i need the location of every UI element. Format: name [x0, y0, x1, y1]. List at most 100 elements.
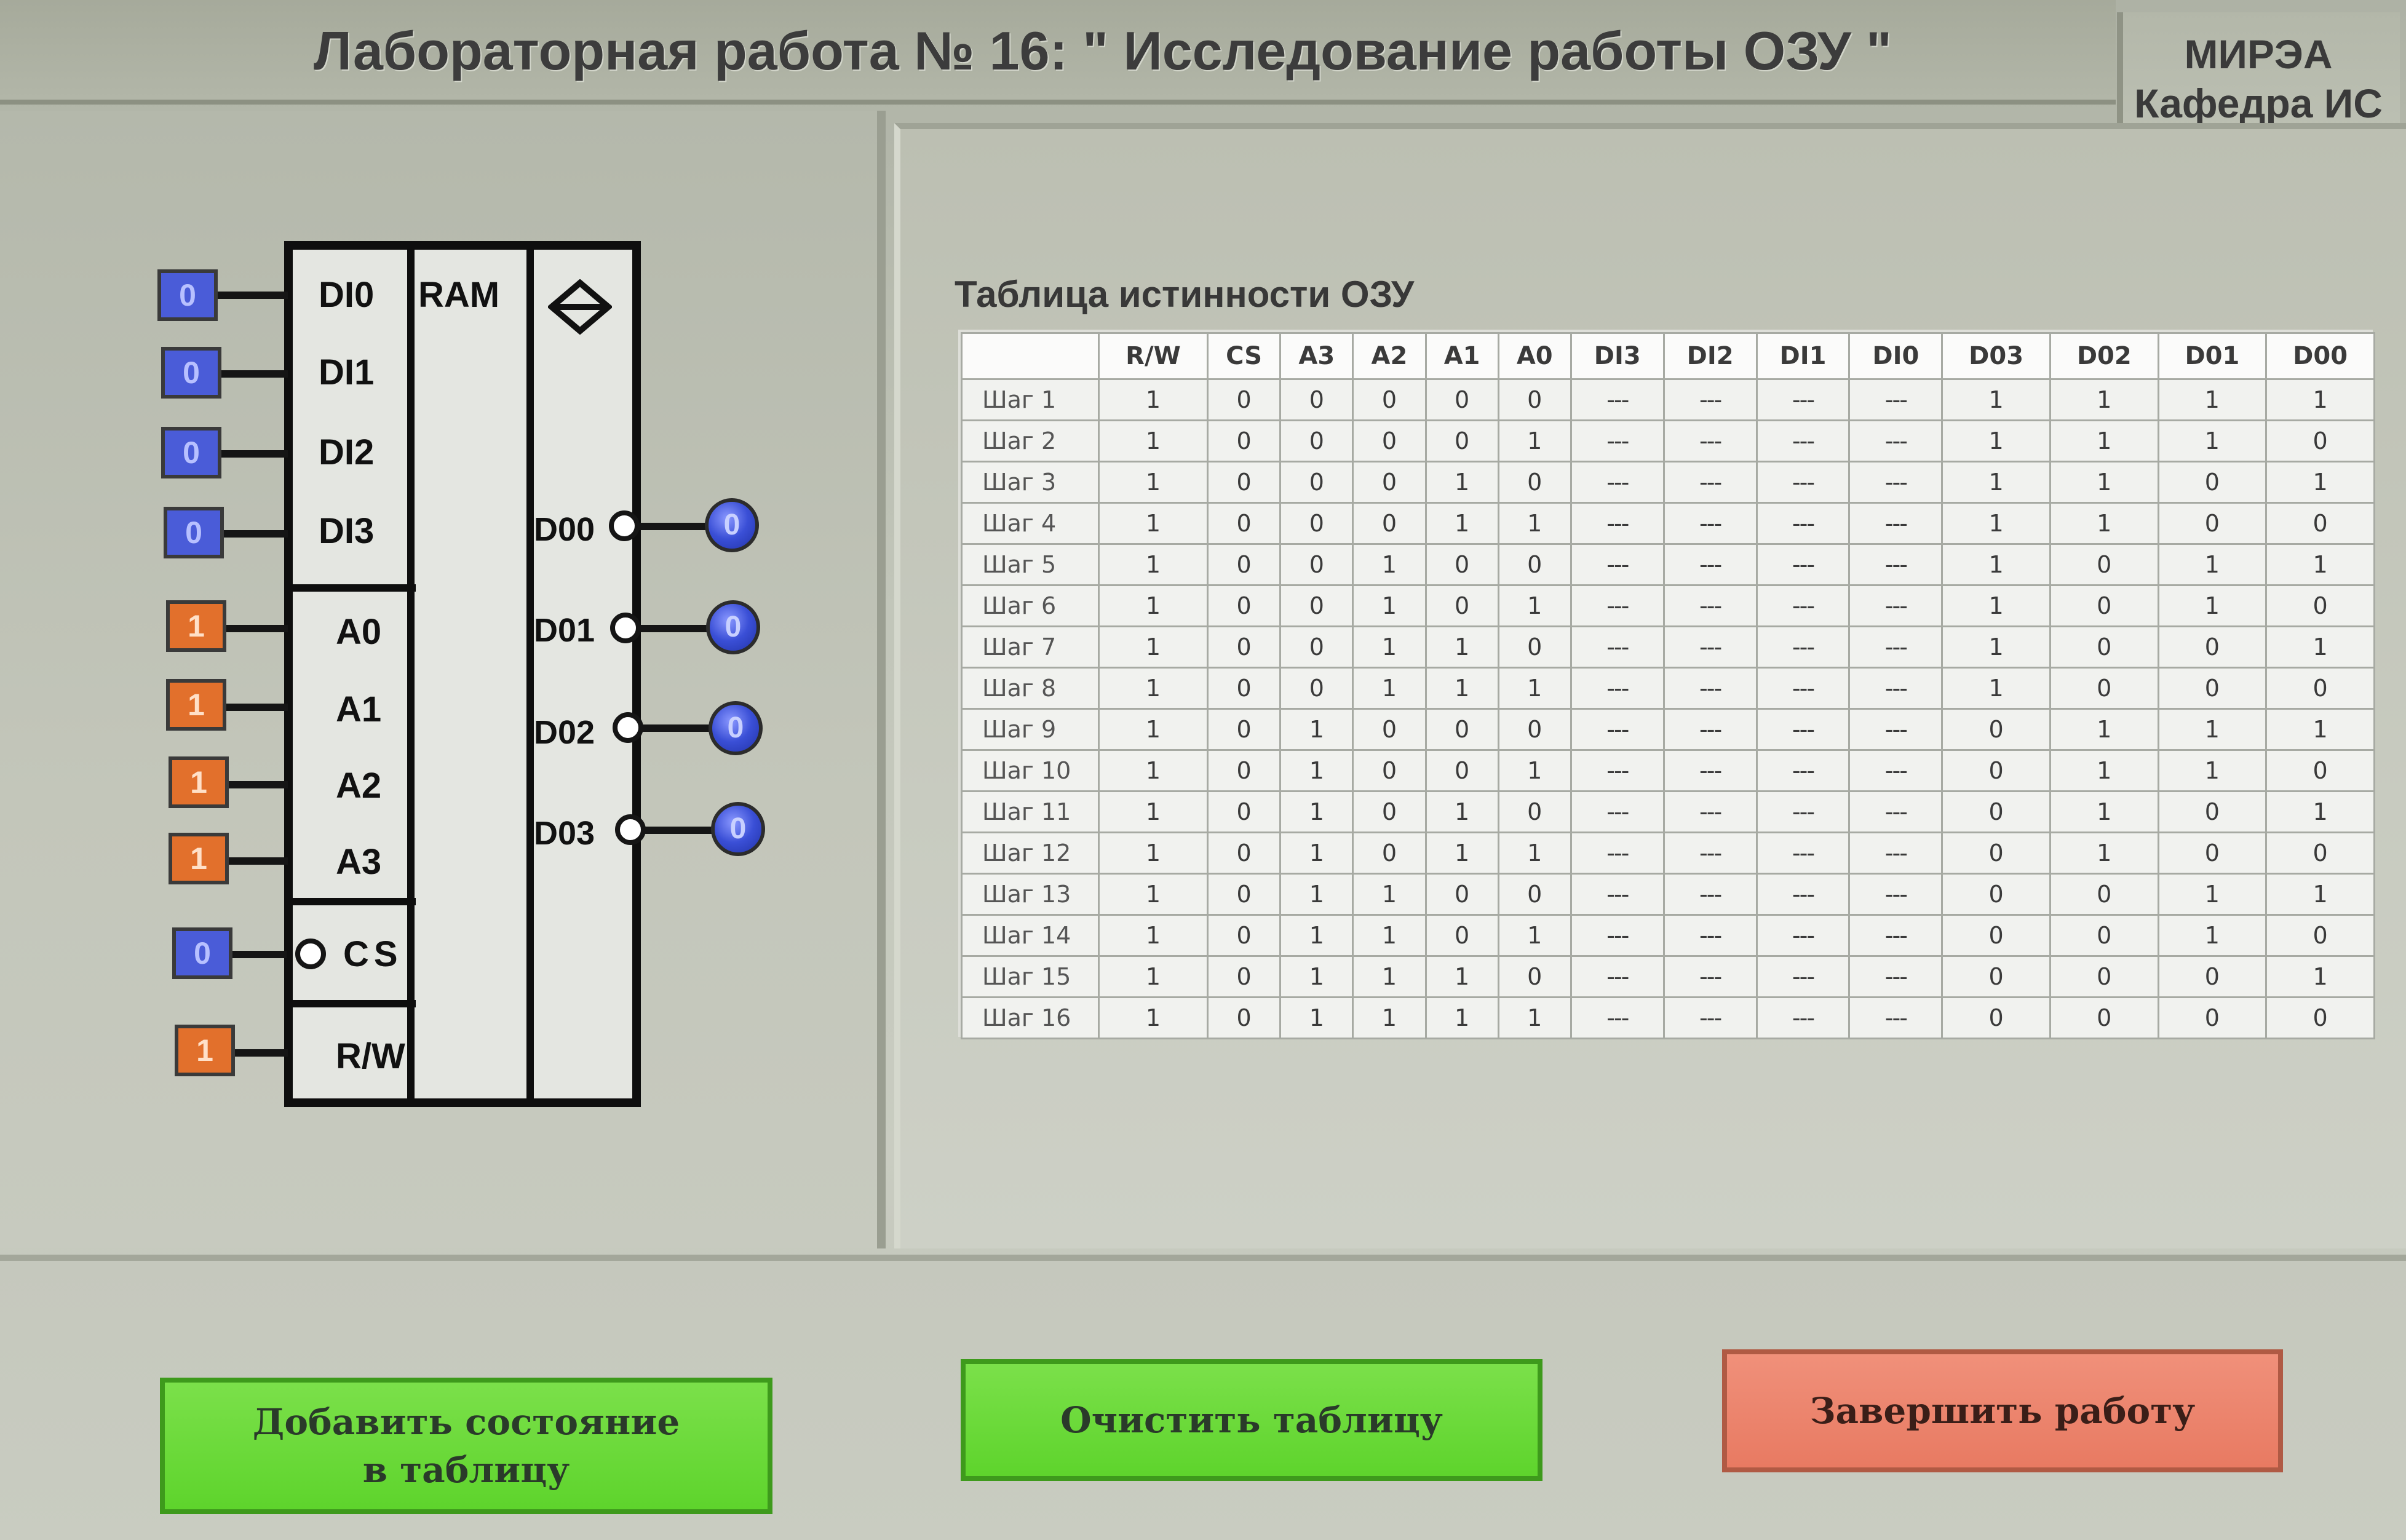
table-cell: ---	[1570, 378, 1665, 421]
table-cell: ---	[1755, 914, 1851, 957]
table-cell: ---	[1662, 790, 1758, 833]
table-cell: 1	[1497, 996, 1572, 1039]
table-cell: ---	[1755, 584, 1851, 627]
table-cell: 0	[1497, 873, 1572, 916]
table-cell: 1	[2049, 790, 2159, 833]
department-name: Кафедра ИС	[2134, 81, 2383, 126]
table-cell: 0	[1497, 378, 1572, 421]
table-cell: 1	[1279, 955, 1354, 998]
table-cell: 1	[1424, 667, 1499, 710]
table-cell: 1	[1098, 708, 1209, 751]
table-row-label: Шаг 7	[961, 625, 1100, 669]
table-cell: ---	[1848, 419, 1943, 462]
d00-output-led: 0	[705, 498, 759, 552]
table-cell: ---	[1662, 625, 1758, 669]
table-cell: 0	[1941, 790, 2051, 833]
table-cell: ---	[1662, 996, 1758, 1039]
table-cell: 1	[2157, 873, 2268, 916]
table-cell: ---	[1848, 873, 1943, 916]
finish-work-button[interactable]: Завершить работу	[1722, 1349, 2283, 1472]
table-row-label: Шаг 5	[961, 543, 1100, 586]
wire	[231, 1049, 288, 1057]
table-cell: 1	[1352, 873, 1427, 916]
table-cell: 1	[2157, 378, 2268, 421]
table-cell: ---	[1848, 543, 1943, 586]
clear-table-button[interactable]: Очистить таблицу	[961, 1359, 1542, 1481]
table-cell: 1	[2157, 749, 2268, 792]
table-cell: 0	[1206, 832, 1282, 875]
page-title: Лабораторная работа № 16: " Исследование…	[314, 20, 1892, 81]
table-row-label: Шаг 13	[961, 873, 1100, 916]
add-state-button[interactable]: Добавить состояние в таблицу	[160, 1378, 772, 1514]
table-cell: ---	[1848, 749, 1943, 792]
table-cell: 0	[1424, 873, 1499, 916]
table-cell: ---	[1755, 378, 1851, 421]
chip-divider	[293, 898, 416, 905]
table-cell: 0	[1279, 625, 1354, 669]
table-cell: 1	[2049, 419, 2159, 462]
table-body: Шаг 1 1 0 0 0 0 0 --- --- --- --- 1 1 1 1 Шаг 2 1 0 0 0 0 1 --…	[961, 378, 2375, 1039]
table-cell: 1	[1497, 667, 1572, 710]
table-cell: ---	[1848, 708, 1943, 751]
table-cell: 0	[1279, 419, 1354, 462]
table-cell: 1	[2157, 914, 2268, 957]
a0-toggle[interactable]: 1	[166, 600, 226, 652]
table-cell: 0	[1206, 461, 1282, 504]
table-cell: 0	[1206, 708, 1282, 751]
table-row: Шаг 3 1 0 0 0 1 0 --- --- --- --- 1 1 0 1	[961, 461, 2375, 504]
table-cell: 0	[2265, 584, 2375, 627]
chip-label-d02: D02	[534, 714, 595, 751]
table-cell: 1	[1098, 378, 1209, 421]
table-cell: ---	[1662, 749, 1758, 792]
chip-label-a0: A0	[336, 612, 382, 652]
truth-table: R/W CS A3 A2 A1 A0 DI3 DI2 DI1 DI0 D03 D02 D01 D00 Ша…	[961, 332, 2375, 1039]
table-row-label: Шаг 6	[961, 584, 1100, 627]
table-row-label: Шаг 15	[961, 955, 1100, 998]
table-cell: ---	[1848, 461, 1943, 504]
table-cell: 0	[1352, 790, 1427, 833]
a2-toggle[interactable]: 1	[169, 756, 229, 808]
table-cell: ---	[1570, 996, 1665, 1039]
table-cell: 0	[1206, 955, 1282, 998]
table-row: Шаг 10 1 0 1 0 0 1 --- --- --- --- 0 1 1 0	[961, 749, 2375, 792]
chip-divider	[407, 250, 415, 1098]
table-row-label: Шаг 11	[961, 790, 1100, 833]
table-cell: ---	[1570, 667, 1665, 710]
table-cell: 0	[2049, 584, 2159, 627]
di1-toggle[interactable]: 0	[161, 347, 221, 399]
table-cell: ---	[1570, 790, 1665, 833]
table-cell: ---	[1755, 667, 1851, 710]
di0-toggle[interactable]: 0	[157, 269, 218, 321]
cs-toggle[interactable]: 0	[172, 927, 232, 979]
table-cell: 0	[1497, 708, 1572, 751]
di3-toggle[interactable]: 0	[164, 507, 224, 558]
table-header-row: R/W CS A3 A2 A1 A0 DI3 DI2 DI1 DI0 D03 D02 D01 D00	[961, 332, 2375, 380]
table-cell: 1	[1424, 461, 1499, 504]
a3-toggle[interactable]: 1	[169, 833, 229, 884]
table-cell: ---	[1662, 543, 1758, 586]
table-cell: 1	[2049, 832, 2159, 875]
table-cell: 0	[1352, 378, 1427, 421]
table-cell: 0	[1497, 461, 1572, 504]
rw-toggle[interactable]: 1	[175, 1025, 235, 1076]
table-cell: 0	[1279, 667, 1354, 710]
table-cell: 0	[1206, 667, 1282, 710]
table-cell: 0	[1352, 461, 1427, 504]
a1-toggle[interactable]: 1	[166, 679, 226, 731]
table-cell: 0	[1352, 832, 1427, 875]
di2-toggle[interactable]: 0	[161, 427, 221, 478]
table-column-header: A3	[1279, 332, 1354, 380]
table-cell: 1	[1098, 914, 1209, 957]
chip-label-di3: DI3	[319, 511, 375, 551]
table-cell: 1	[1279, 832, 1354, 875]
table-row: Шаг 13 1 0 1 1 0 0 --- --- --- --- 0 0 1 1	[961, 873, 2375, 916]
table-cell: 0	[2157, 502, 2268, 545]
table-cell: 1	[1941, 502, 2051, 545]
table-cell: 1	[2265, 955, 2375, 998]
table-column-header: DI3	[1570, 332, 1665, 380]
table-cell: 1	[1352, 667, 1427, 710]
table-row-label: Шаг 14	[961, 914, 1100, 957]
table-column-header: CS	[1206, 332, 1282, 380]
table-cell: ---	[1570, 543, 1665, 586]
table-cell: ---	[1755, 749, 1851, 792]
